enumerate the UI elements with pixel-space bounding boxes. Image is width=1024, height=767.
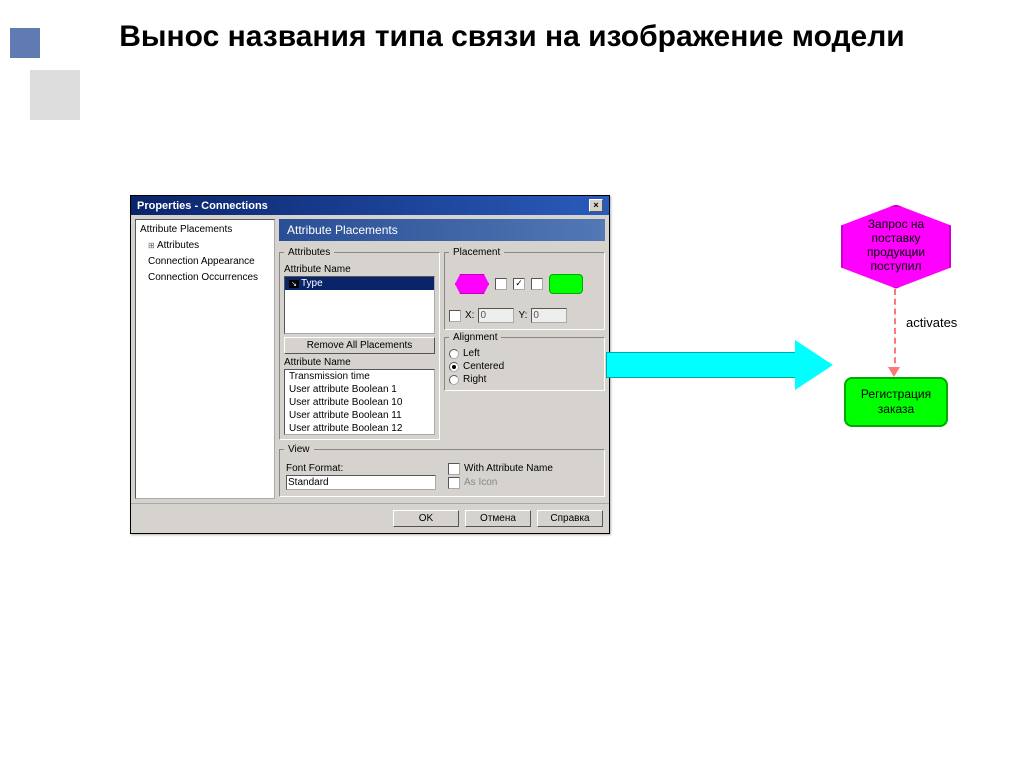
- dialog-titlebar[interactable]: Properties - Connections ×: [131, 196, 609, 215]
- slide-deco-square-gray: [30, 70, 80, 120]
- help-button[interactable]: Справка: [537, 510, 603, 527]
- model-diagram: Запрос на поставку продукции поступил ac…: [836, 205, 956, 465]
- properties-dialog: Properties - Connections × Attribute Pla…: [130, 195, 610, 534]
- roundrect-icon[interactable]: [549, 274, 583, 294]
- cancel-button[interactable]: Отмена: [465, 510, 531, 527]
- as-icon-checkbox: [448, 477, 460, 489]
- tree-item-appearance[interactable]: Connection Appearance: [138, 254, 272, 270]
- x-input[interactable]: [478, 308, 514, 323]
- arrowhead-icon: [888, 367, 900, 377]
- placement-legend: Placement: [449, 247, 504, 258]
- selected-attr-list[interactable]: ↘Type: [284, 276, 435, 334]
- nav-tree[interactable]: Attribute Placements Attributes Connecti…: [135, 219, 275, 499]
- big-arrow: [606, 340, 836, 390]
- available-attr-list[interactable]: Transmission time User attribute Boolean…: [284, 369, 435, 435]
- x-label: X:: [465, 310, 474, 321]
- connection-label: activates: [906, 315, 957, 330]
- connection-line: [894, 289, 896, 373]
- remove-placements-button[interactable]: Remove All Placements: [284, 337, 435, 354]
- list-item[interactable]: User attribute Boolean 1: [285, 383, 434, 396]
- attributes-legend: Attributes: [284, 247, 334, 258]
- hexagon-icon[interactable]: [455, 274, 489, 294]
- view-legend: View: [284, 444, 314, 455]
- font-combo[interactable]: Standard: [286, 475, 436, 490]
- close-icon[interactable]: ×: [589, 199, 603, 212]
- coord-checkbox[interactable]: [449, 310, 461, 322]
- placement-checkbox-3[interactable]: [531, 278, 543, 290]
- font-label: Font Format:: [286, 463, 436, 474]
- list-item[interactable]: User attribute Boolean 12: [285, 422, 434, 435]
- attr-name-label: Attribute Name: [284, 264, 435, 275]
- view-group: View Font Format: Standard With Attribut…: [279, 444, 605, 497]
- alignment-group: Alignment Left Centered Right: [444, 332, 605, 391]
- slide-deco-square-blue: [10, 28, 40, 58]
- list-item: ↘Type: [285, 277, 434, 290]
- y-input[interactable]: [531, 308, 567, 323]
- align-left-radio[interactable]: [449, 349, 459, 359]
- y-label: Y:: [518, 310, 527, 321]
- placement-checkbox-1[interactable]: [495, 278, 507, 290]
- placement-checkbox-2[interactable]: [513, 278, 525, 290]
- placement-group: Placement X:: [444, 247, 605, 330]
- with-attr-checkbox[interactable]: [448, 463, 460, 475]
- panel-title: Attribute Placements: [279, 219, 605, 241]
- attributes-group: Attributes Attribute Name ↘Type Remove A…: [279, 247, 440, 440]
- alignment-legend: Alignment: [449, 332, 501, 343]
- tree-item-attributes[interactable]: Attributes: [138, 238, 272, 254]
- tree-item-occurrences[interactable]: Connection Occurrences: [138, 270, 272, 286]
- align-center-radio[interactable]: [449, 362, 459, 372]
- slide-title: Вынос названия типа связи на изображение…: [0, 0, 1024, 64]
- event-hexagon: Запрос на поставку продукции поступил: [841, 205, 951, 289]
- list-item[interactable]: User attribute Boolean 11: [285, 409, 434, 422]
- tree-item-placements[interactable]: Attribute Placements: [138, 222, 272, 238]
- function-box: Регистрация заказа: [844, 377, 948, 427]
- dialog-title: Properties - Connections: [137, 200, 268, 212]
- arrow-icon: ↘: [289, 280, 299, 288]
- attr-name-label2: Attribute Name: [284, 357, 435, 368]
- list-item[interactable]: Transmission time: [285, 370, 434, 383]
- list-item[interactable]: User attribute Boolean 10: [285, 396, 434, 409]
- align-right-radio[interactable]: [449, 375, 459, 385]
- ok-button[interactable]: OK: [393, 510, 459, 527]
